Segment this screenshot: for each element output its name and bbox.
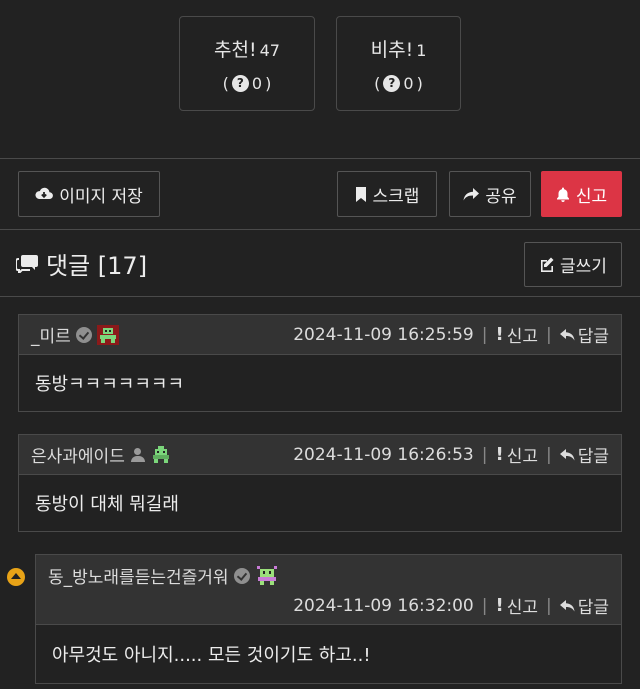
upvote-label-row: 추천! 47: [180, 35, 314, 62]
comment-reply-label: 답글: [577, 447, 609, 467]
divider: [0, 158, 640, 159]
comment-item: _미르 2024-11-09 16:25:59 | ! 신고 | 답글 동방ㅋㅋ…: [18, 314, 622, 412]
scrap-label: 스크랩: [372, 186, 420, 207]
comment-report-label: 신고: [506, 327, 538, 347]
downvote-sub-count: 0: [403, 74, 414, 93]
divider: [0, 296, 640, 297]
write-comment-label: 글쓰기: [560, 257, 607, 277]
verified-icon: [75, 326, 92, 343]
comment-header: 은사과에이드 2024-11-09 16:26:53 | ! 신고 | 답글: [19, 435, 621, 475]
reply-icon: [559, 328, 575, 340]
pixel-avatar-icon: [152, 445, 169, 463]
comment-report-label: 신고: [506, 598, 538, 618]
comment-reply-button[interactable]: 답글: [559, 442, 609, 467]
downvote-count: 1: [416, 41, 427, 60]
pixel-avatar-icon: [256, 565, 277, 585]
separator: |: [545, 595, 552, 616]
share-button[interactable]: 공유: [449, 171, 531, 217]
verified-icon: [233, 567, 250, 584]
comment-header: 동_방노래를듣는건즐거워 2024-11-09 16:32:00 | ! 신고 …: [36, 555, 621, 625]
comment-meta: 2024-11-09 16:32:00 | ! 신고 | 답글: [293, 593, 609, 618]
comments-icon: [16, 255, 38, 273]
downvote-sub: (? 0): [374, 74, 423, 93]
comment-author-group: _미르: [31, 322, 119, 347]
write-comment-button[interactable]: 글쓰기: [524, 242, 622, 287]
upvote-sub-count: 0: [251, 74, 263, 93]
comment-body: 동방이 대체 뭐길래: [19, 475, 621, 531]
comment-text: 동방ㅋㅋㅋㅋㅋㅋㅋ: [35, 374, 185, 395]
scrap-button[interactable]: 스크랩: [337, 171, 437, 217]
upvote-count: 47: [259, 41, 280, 60]
comment-reply-button[interactable]: 답글: [559, 593, 609, 618]
upvote-sub: (? 0): [222, 74, 272, 93]
comment-reply-label: 답글: [577, 327, 609, 347]
report-button[interactable]: 신고: [541, 171, 622, 217]
edit-icon: [541, 257, 554, 272]
comment-text: 동방이 대체 뭐길래: [35, 494, 179, 515]
comment-body: 동방ㅋㅋㅋㅋㅋㅋㅋ: [19, 355, 621, 411]
upvote-button[interactable]: 추천! 47 (? 0): [179, 16, 315, 111]
bell-icon: [556, 187, 569, 202]
separator: |: [481, 595, 488, 616]
comment-report-button[interactable]: ! 신고: [495, 442, 538, 467]
exclamation-icon: !: [495, 595, 504, 616]
downvote-button[interactable]: 비추! 1 (? 0): [336, 16, 461, 111]
reply-icon: [559, 599, 575, 611]
divider: [0, 229, 640, 230]
comment-section-header: 댓글 [17]: [16, 243, 147, 283]
pixel-avatar-icon: [96, 324, 119, 345]
comment-reply-button[interactable]: 답글: [559, 322, 609, 347]
vote-area: 추천! 47 (? 0) 비추! 1 (? 0): [0, 16, 640, 111]
comment-report-button[interactable]: ! 신고: [495, 322, 538, 347]
separator: |: [545, 444, 552, 465]
reply-comment-item: 동_방노래를듣는건즐거워 2024-11-09 16:32:00 | ! 신고 …: [35, 554, 622, 684]
comment-header: _미르 2024-11-09 16:25:59 | ! 신고 | 답글: [19, 315, 621, 355]
cloud-download-icon: [35, 187, 54, 199]
comment-author[interactable]: _미르: [31, 322, 71, 347]
share-label: 공유: [485, 186, 517, 207]
report-label: 신고: [575, 186, 608, 207]
comment-author[interactable]: 은사과에이드: [31, 442, 125, 467]
question-icon: ?: [383, 75, 401, 92]
exclamation-icon: !: [495, 324, 504, 345]
comment-meta: 2024-11-09 16:25:59 | ! 신고 | 답글: [293, 322, 609, 347]
question-icon: ?: [231, 75, 249, 92]
bookmark-icon: [355, 186, 366, 202]
comment-body: 아무것도 아니지..... 모든 것이기도 하고..!: [36, 625, 621, 683]
reply-indicator-icon: [7, 568, 25, 586]
separator: |: [481, 324, 488, 345]
comment-author-group: 은사과에이드: [31, 442, 171, 467]
share-arrow-icon: [463, 187, 480, 200]
reply-icon: [559, 448, 575, 460]
save-image-button[interactable]: 이미지 저장: [18, 171, 160, 217]
comment-item: 은사과에이드 2024-11-09 16:26:53 | ! 신고 | 답글 동…: [18, 434, 622, 532]
comment-text: 아무것도 아니지..... 모든 것이기도 하고..!: [52, 645, 371, 666]
separator: |: [545, 324, 552, 345]
comment-author-group: 동_방노래를듣는건즐거워: [48, 563, 279, 588]
upvote-label: 추천!: [214, 39, 257, 61]
downvote-label-row: 비추! 1: [337, 35, 460, 62]
comment-timestamp: 2024-11-09 16:32:00: [293, 595, 474, 616]
save-image-label: 이미지 저장: [59, 186, 143, 207]
comment-author[interactable]: 동_방노래를듣는건즐거워: [48, 563, 229, 588]
exclamation-icon: !: [495, 444, 504, 465]
downvote-label: 비추!: [370, 39, 414, 61]
separator: |: [481, 444, 488, 465]
user-icon: [130, 447, 146, 463]
comment-section-title: 댓글 [17]: [46, 251, 148, 280]
comment-meta: 2024-11-09 16:26:53 | ! 신고 | 답글: [293, 442, 609, 467]
comment-report-button[interactable]: ! 신고: [495, 593, 538, 618]
comment-report-label: 신고: [506, 447, 538, 467]
comment-timestamp: 2024-11-09 16:25:59: [293, 324, 474, 345]
comment-timestamp: 2024-11-09 16:26:53: [293, 444, 474, 465]
comment-reply-label: 답글: [577, 598, 609, 618]
